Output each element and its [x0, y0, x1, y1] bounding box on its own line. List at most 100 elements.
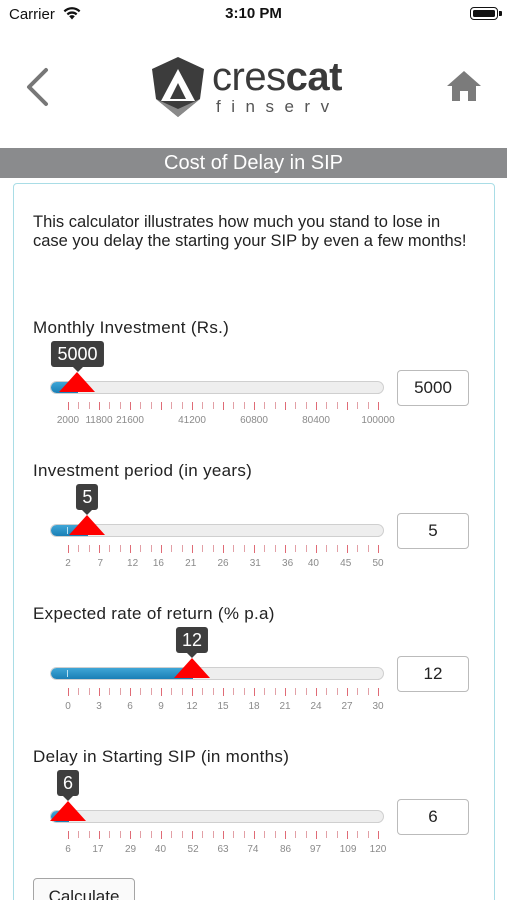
tick-mark [316, 688, 317, 696]
tick-mark [305, 402, 307, 409]
tick-label: 6 [65, 844, 71, 855]
tick-label: 17 [92, 844, 104, 855]
investment-period-slider[interactable]: 2 7 12 16 21 26 31 36 40 45 50 [50, 515, 385, 577]
tick-mark [130, 402, 131, 410]
tick-label: 16 [152, 558, 164, 569]
tick-mark [233, 831, 235, 838]
tick-label: 21 [279, 701, 291, 712]
tick-mark [274, 831, 276, 838]
sip-delay-handle[interactable] [50, 801, 86, 821]
tick-mark [264, 688, 266, 695]
tick-label: 11800 [85, 415, 113, 426]
tick-mark [78, 688, 80, 695]
investment-period-input[interactable]: 5 [397, 513, 469, 549]
logo-mark-icon [150, 55, 206, 124]
tick-label: 63 [217, 844, 229, 855]
tick-mark [150, 545, 152, 552]
tick-mark [130, 545, 131, 553]
logo-tagline: finserv [216, 97, 340, 116]
tick-mark [192, 545, 193, 553]
tick-mark [181, 688, 183, 695]
tick-label: 6 [127, 701, 133, 712]
tick-mark [99, 545, 100, 553]
tick-mark [181, 831, 183, 838]
tick-mark [68, 545, 69, 553]
tick-mark [316, 545, 317, 553]
clock: 3:10 PM [225, 5, 282, 22]
tick-label: 27 [341, 701, 353, 712]
tick-label: 26 [217, 558, 229, 569]
status-bar: Carrier 3:10 PM [0, 0, 507, 30]
tick-mark [295, 831, 297, 838]
monthly-investment-track[interactable] [50, 381, 384, 394]
tick-label: 15 [217, 701, 229, 712]
sip-delay-slider[interactable]: 6 17 29 40 52 63 74 86 97 109 120 [50, 801, 386, 863]
tick-mark [68, 402, 69, 410]
calculate-button[interactable]: Calculate [33, 878, 135, 900]
tick-mark [347, 402, 348, 410]
monthly-investment-handle[interactable] [59, 372, 96, 392]
tick-label: 86 [279, 844, 292, 855]
tick-mark [223, 831, 224, 839]
tick-mark [326, 545, 328, 552]
tick-mark [119, 545, 121, 552]
tick-mark [140, 831, 142, 838]
tick-mark [347, 688, 348, 696]
tick-mark [68, 688, 69, 696]
tick-label: 24 [310, 701, 322, 712]
tick-mark [367, 831, 369, 838]
tick-mark [295, 688, 297, 695]
tick-mark [264, 545, 266, 552]
monthly-investment-slider[interactable]: 2000 11800 21600 41200 60800 80400 100000 [50, 372, 395, 434]
tick-mark [336, 688, 338, 695]
tick-mark [223, 545, 224, 553]
tick-mark [285, 688, 286, 696]
tick-label: 40 [307, 558, 319, 569]
tick-mark [202, 688, 204, 695]
sip-delay-track[interactable] [50, 810, 384, 823]
tick-mark [88, 545, 90, 552]
expected-return-ticks [50, 688, 384, 698]
tick-mark [171, 831, 173, 838]
tick-mark [378, 831, 379, 839]
sip-delay-input[interactable]: 6 [397, 799, 469, 835]
tick-mark [285, 545, 286, 553]
tick-mark [367, 688, 369, 695]
expected-return-handle[interactable] [174, 658, 210, 678]
expected-return-value-bubble: 12 [175, 627, 209, 658]
tick-mark [150, 688, 152, 695]
tick-mark [243, 831, 245, 838]
tick-mark [99, 831, 100, 839]
monthly-investment-input[interactable]: 5000 [397, 370, 469, 406]
tick-mark [212, 402, 214, 409]
tick-mark [274, 545, 276, 552]
tick-label: 12 [127, 558, 139, 569]
tick-mark [285, 831, 286, 839]
tick-mark [119, 688, 121, 695]
home-icon[interactable] [444, 68, 484, 104]
tick-mark [357, 831, 359, 838]
tick-label: 60800 [240, 415, 268, 426]
tick-mark [140, 688, 142, 695]
monthly-investment-tick-labels: 2000 11800 21600 41200 60800 80400 100000 [50, 415, 395, 429]
tick-mark [367, 545, 369, 552]
back-chevron-icon[interactable] [22, 67, 52, 107]
investment-period-handle[interactable] [69, 515, 106, 535]
expected-return-track[interactable] [50, 667, 384, 680]
tick-mark [254, 545, 255, 553]
investment-period-label: Investment period (in years) [33, 461, 253, 480]
expected-return-slider[interactable]: 0 3 6 9 12 15 18 21 24 27 30 [50, 658, 385, 720]
tick-label: 41200 [178, 415, 206, 426]
logo-brand-light: cres [212, 55, 286, 99]
nav-bar: crescat finserv [0, 40, 507, 140]
tick-mark [202, 831, 204, 838]
tick-mark [161, 402, 162, 410]
tick-mark [78, 402, 80, 409]
expected-return-input[interactable]: 12 [397, 656, 469, 692]
tick-label: 30 [372, 701, 384, 712]
tick-mark [140, 545, 142, 552]
tick-label: 31 [249, 558, 261, 569]
tick-mark [347, 545, 348, 553]
tick-mark [171, 688, 173, 695]
monthly-investment-ticks [50, 402, 384, 412]
